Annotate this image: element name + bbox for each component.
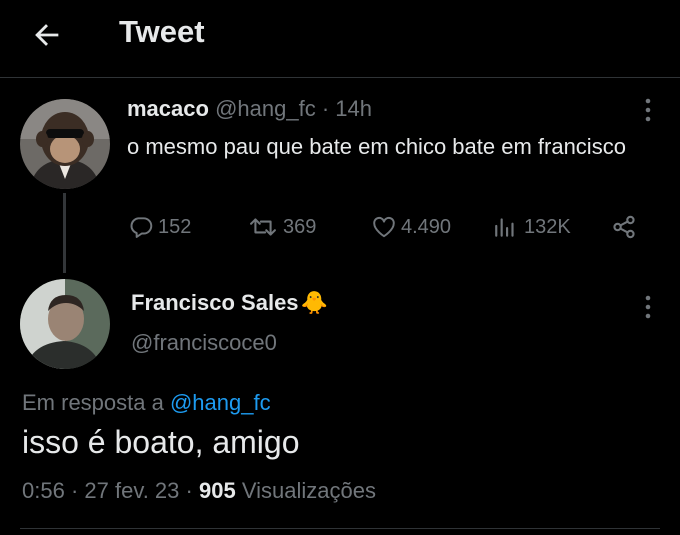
tweet1-actions: 152 369 4.490 132K — [0, 210, 680, 244]
divider — [20, 528, 660, 529]
tweet1-text: o mesmo pau que bate em chico bate em fr… — [127, 134, 626, 159]
heart-icon — [373, 216, 395, 238]
back-button[interactable] — [30, 18, 64, 52]
avatar-macaco[interactable] — [20, 99, 110, 189]
meta-separator: · — [70, 478, 79, 503]
tweet2-date[interactable]: 27 fev. 23 — [84, 478, 179, 503]
tweet2-display-name[interactable]: Francisco Sales — [131, 290, 299, 316]
reply-to-link[interactable]: @hang_fc — [170, 390, 271, 415]
avatar-francisco[interactable] — [20, 279, 110, 369]
like-count: 4.490 — [401, 215, 452, 238]
reply-count: 152 — [158, 215, 192, 238]
more-vertical-icon — [645, 295, 651, 319]
views-count: 132K — [524, 215, 571, 238]
views-button[interactable]: 132K — [492, 210, 571, 244]
page-title: Tweet — [119, 14, 205, 49]
tweet1-separator: · — [321, 96, 330, 121]
reply-icon — [130, 217, 153, 238]
tweet2-views-label: Visualizações — [241, 478, 376, 503]
more-vertical-icon — [645, 98, 651, 122]
tweet1-time[interactable]: 14h — [335, 96, 372, 121]
tweet2-meta: 0:56 · 27 fev. 23 · 905 Visualizações — [22, 478, 376, 504]
share-button[interactable] — [610, 210, 642, 244]
replying-to: Em resposta a @hang_fc — [22, 390, 271, 416]
reply-prefix: Em resposta a — [22, 390, 170, 415]
more-options-button[interactable] — [638, 96, 658, 124]
share-icon — [613, 215, 635, 239]
retweet-count: 369 — [283, 215, 317, 238]
more-options-button-2[interactable] — [638, 293, 658, 321]
tweet2-handle[interactable]: @franciscoce0 — [131, 330, 277, 356]
meta-separator: · — [185, 478, 193, 503]
top-bar: Tweet — [0, 0, 680, 78]
chick-emoji-icon: 🐥 — [300, 290, 328, 315]
tweet2-text: isso é boato, amigo — [22, 424, 300, 460]
tweet2-name-row: Francisco Sales 🐥 — [131, 290, 328, 316]
tweet2-views-count: 905 — [198, 478, 236, 503]
retweet-icon — [250, 218, 276, 236]
analytics-icon — [495, 218, 514, 237]
like-button[interactable]: 4.490 — [371, 210, 451, 244]
tweet1-display-name[interactable]: macaco — [127, 96, 209, 121]
arrow-left-icon — [35, 24, 59, 46]
reply-button[interactable]: 152 — [128, 210, 191, 244]
tweet1-header: macaco @hang_fc · 14h — [127, 96, 372, 122]
tweet2-time[interactable]: 0:56 — [22, 478, 65, 503]
tweet1-handle[interactable]: @hang_fc — [215, 96, 316, 121]
retweet-button[interactable]: 369 — [247, 210, 316, 244]
